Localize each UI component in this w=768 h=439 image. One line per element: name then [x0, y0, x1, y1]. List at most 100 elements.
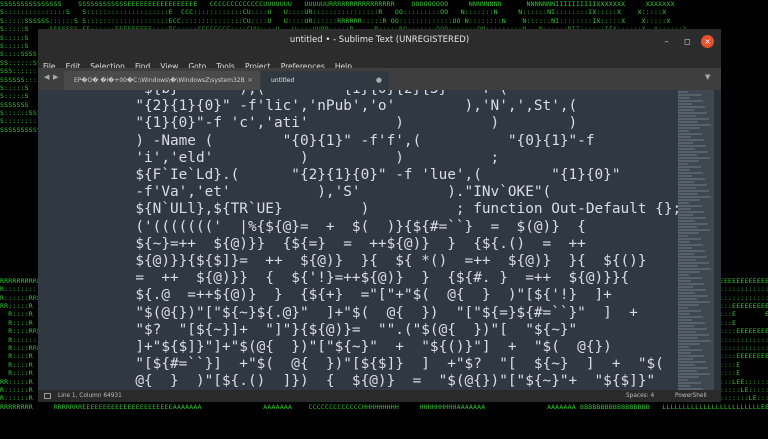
minimap-line — [678, 343, 700, 345]
minimap-line — [678, 370, 697, 372]
minimap[interactable] — [678, 90, 714, 390]
code-line: ) -Name ( "{0}{1}" -f'f',( "{0}{1}"-f — [118, 132, 595, 149]
minimap-line — [678, 271, 700, 273]
minimap-line — [678, 118, 709, 120]
title-bar[interactable]: untitled • - Sublime Text (UNREGISTERED)… — [38, 29, 721, 54]
minimap-line — [678, 154, 697, 156]
minimap-line — [678, 187, 696, 189]
minimap-line — [678, 166, 701, 168]
minimap-line — [678, 295, 708, 297]
tab-list-dropdown-icon[interactable]: ▼ — [705, 73, 710, 81]
minimap-line — [678, 349, 702, 351]
minimap-line — [678, 145, 706, 147]
minimap-line — [678, 265, 698, 267]
code-line: "$? "[${~}]+ "]"}{${@)}= "".("$(@{ })"[ … — [118, 321, 578, 338]
minimap-line — [678, 313, 690, 315]
minimap-line — [678, 211, 704, 213]
code-line: "{1}{0}"-f 'c','ati' ) ) ) — [118, 115, 578, 132]
minimap-line — [678, 268, 711, 270]
minimap-line — [678, 334, 709, 336]
minimap-line — [678, 247, 692, 249]
matrix-line: S:::::::::::::::S S::::::::::::::::::::E… — [0, 8, 667, 17]
minimap-line — [678, 238, 701, 240]
minimap-line — [678, 220, 695, 222]
minimap-line — [678, 256, 707, 258]
editor-area[interactable]: ${b} ),( {1}{0}{2}{3}" -f ( "{2}{1}{0}" … — [38, 90, 721, 390]
tab-bar: ◀ ▶ EP�O� �i�+00�C:\Windows\�\WindowsZ\s… — [38, 68, 721, 90]
minimap-line — [678, 136, 691, 138]
minimap-line — [678, 184, 707, 186]
close-button[interactable]: × — [701, 35, 714, 48]
minimap-line — [678, 232, 699, 234]
line-gutter — [38, 90, 78, 390]
minimap-viewport[interactable] — [678, 90, 714, 390]
minimap-line — [678, 151, 708, 153]
minimap-line — [678, 133, 702, 135]
minimap-line — [678, 130, 689, 132]
menu-bar: File Edit Selection Find View Goto Tools… — [38, 54, 721, 71]
minimap-line — [678, 115, 696, 117]
code-line: 'i','eld' ) ) ; — [118, 149, 500, 166]
tab-forward-icon[interactable]: ▶ — [53, 73, 58, 81]
minimap-line — [678, 379, 688, 381]
minimap-line — [678, 364, 695, 366]
window-title: untitled • - Sublime Text (UNREGISTERED) — [289, 35, 470, 45]
minimap-line — [678, 283, 704, 285]
minimap-line — [678, 325, 694, 327]
minimap-line — [678, 181, 694, 183]
minimap-line — [678, 304, 699, 306]
tab-back-icon[interactable]: ◀ — [44, 73, 49, 81]
code-view[interactable]: ${b} ),( {1}{0}{2}{3}" -f ( "{2}{1}{0}" … — [118, 90, 678, 390]
code-line: -f'Va','et' ),'S' )."INv`OKE"( — [118, 184, 552, 201]
code-line: ${N`ULl},${TR`UE} ) ; function Out-Defau… — [118, 201, 678, 218]
minimap-line — [678, 361, 706, 363]
minimap-line — [678, 91, 688, 93]
minimap-line — [678, 157, 710, 159]
minimap-line — [678, 316, 703, 318]
minimap-line — [678, 223, 708, 225]
minimap-line — [678, 358, 693, 360]
minimap-line — [678, 346, 689, 348]
status-bar: Line 1, Column 64931 Spaces: 4 PowerShel… — [38, 390, 721, 402]
minimap-line — [678, 160, 699, 162]
minimap-line — [678, 106, 705, 108]
minimap-line — [678, 337, 698, 339]
tab-binary-file[interactable]: EP�O� �i�+00�C:\Windows\�\WindowsZ\syste… — [64, 71, 260, 90]
panel-toggle-icon[interactable] — [44, 393, 51, 399]
minimap-line — [678, 190, 709, 192]
minimap-line — [678, 178, 705, 180]
minimap-line — [678, 322, 705, 324]
minimap-line — [678, 382, 701, 384]
code-line: @{ } )"[${.() ]}) { ${@)} = "$(@{})"["${… — [118, 373, 656, 390]
syntax-selector[interactable]: PowerShell — [675, 390, 707, 402]
tab-untitled[interactable]: untitled ● — [261, 71, 389, 90]
code-line: ${@)}}{${$]}= ++ ${@)} }{ ${ *() =++ ${@… — [118, 253, 647, 270]
minimap-line — [678, 253, 694, 255]
minimap-line — [678, 376, 699, 378]
minimap-line — [678, 319, 692, 321]
minimap-line — [678, 235, 688, 237]
indentation-setting[interactable]: Spaces: 4 — [626, 390, 654, 402]
minimap-line — [678, 169, 690, 171]
maximize-button[interactable]: ◻ — [681, 35, 694, 48]
matrix-line: S:::::SSSSSS::::::S S:::::::::::::::::::… — [0, 16, 671, 25]
minimap-line — [678, 196, 711, 198]
minimap-line — [678, 109, 694, 111]
tab-close-icon[interactable]: ● — [376, 71, 382, 90]
minimize-button[interactable]: – — [660, 35, 673, 48]
vertical-scrollbar[interactable] — [714, 90, 721, 390]
tab-close-icon[interactable]: × — [247, 71, 253, 90]
minimap-line — [678, 121, 698, 123]
code-line: "{2}{1}{0}" -f'lic','nPub','o' ),'N',',S… — [118, 98, 578, 115]
minimap-line — [678, 367, 708, 369]
minimap-line — [678, 163, 688, 165]
minimap-line — [678, 97, 690, 99]
minimap-line — [678, 205, 702, 207]
minimap-line — [678, 208, 691, 210]
minimap-line — [678, 373, 710, 375]
cursor-position: Line 1, Column 64931 — [58, 393, 122, 399]
minimap-line — [678, 385, 690, 387]
tab-label: untitled — [271, 77, 295, 84]
code-line: "$(@{})"["${~}${.@}" ]+"$( @{ }) "["${=}… — [118, 304, 638, 321]
minimap-line — [678, 274, 689, 276]
